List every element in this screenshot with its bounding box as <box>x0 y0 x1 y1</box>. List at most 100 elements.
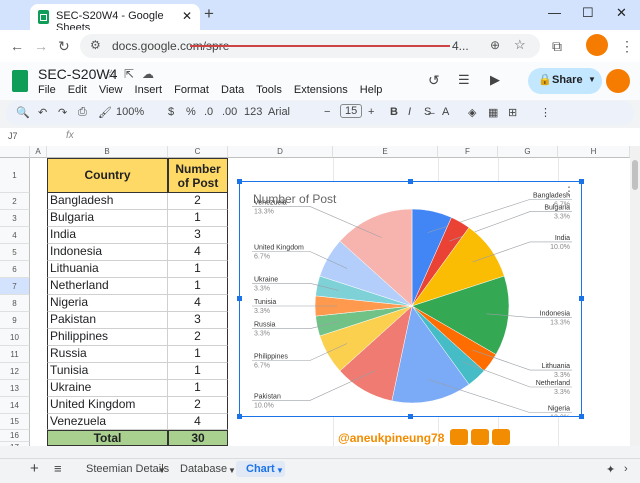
more-options-icon[interactable]: ⋮ <box>540 106 551 119</box>
currency-button[interactable]: $ <box>168 106 174 118</box>
star-icon[interactable]: ☆ <box>106 67 117 81</box>
bold-button[interactable]: B <box>390 106 398 118</box>
header-posts[interactable]: Number of Post <box>168 158 228 193</box>
share-dropdown-icon[interactable]: ▼ <box>588 75 596 84</box>
name-box[interactable]: J7 <box>8 131 18 141</box>
text-color-icon[interactable]: A <box>442 106 449 118</box>
minimize-button[interactable]: — <box>548 5 561 20</box>
row-header[interactable]: 4 <box>0 227 30 244</box>
posts-cell[interactable]: 2 <box>168 329 228 346</box>
share-button[interactable]: 🔒 Share ▼ <box>528 68 602 94</box>
side-panel-icon[interactable]: › <box>624 463 628 475</box>
percent-button[interactable]: % <box>186 106 196 118</box>
column-header-c[interactable]: C <box>168 146 228 158</box>
strikethrough-icon[interactable]: S̶ <box>424 106 431 118</box>
browser-menu-icon[interactable]: ⋮ <box>620 38 634 55</box>
country-cell[interactable]: United Kingdom <box>47 397 168 414</box>
row-header[interactable]: 10 <box>0 329 30 346</box>
menu-extensions[interactable]: Extensions <box>294 84 348 96</box>
column-header-e[interactable]: E <box>333 146 438 158</box>
chevron-down-icon[interactable]: ▼ <box>158 466 166 475</box>
select-all-corner[interactable] <box>0 146 30 158</box>
row-header[interactable]: 15 <box>0 414 30 430</box>
posts-cell[interactable]: 1 <box>168 210 228 227</box>
country-cell[interactable]: Nigeria <box>47 295 168 312</box>
history-icon[interactable]: ↺ <box>428 72 440 89</box>
fill-color-icon[interactable]: ◈ <box>468 106 476 119</box>
font-size-decrease[interactable]: − <box>324 106 330 118</box>
posts-cell[interactable]: 1 <box>168 363 228 380</box>
chevron-down-icon[interactable]: ▼ <box>276 466 284 475</box>
resize-handle[interactable] <box>408 179 413 184</box>
url-field[interactable]: ⚙ docs.google.com/spre 4... ⊕ ☆ <box>80 34 540 58</box>
posts-cell[interactable]: 2 <box>168 193 228 210</box>
posts-cell[interactable]: 1 <box>168 261 228 278</box>
posts-cell[interactable]: 1 <box>168 380 228 397</box>
italic-button[interactable]: I <box>408 106 411 118</box>
bookmark-star-icon[interactable]: ☆ <box>514 37 526 53</box>
resize-handle[interactable] <box>237 414 242 419</box>
font-select[interactable]: Arial <box>268 106 290 118</box>
column-header-h[interactable]: H <box>558 146 630 158</box>
resize-handle[interactable] <box>579 179 584 184</box>
total-value-cell[interactable]: 30 <box>168 430 228 446</box>
undo-icon[interactable]: ↶ <box>38 106 47 119</box>
column-header-g[interactable]: G <box>498 146 558 158</box>
row-header[interactable]: 14 <box>0 397 30 414</box>
country-cell[interactable]: Bangladesh <box>47 193 168 210</box>
resize-handle[interactable] <box>237 296 242 301</box>
country-cell[interactable]: Bulgaria <box>47 210 168 227</box>
country-cell[interactable]: Ukraine <box>47 380 168 397</box>
posts-cell[interactable]: 3 <box>168 312 228 329</box>
country-cell[interactable]: Philippines <box>47 329 168 346</box>
row-header[interactable]: 5 <box>0 244 30 261</box>
row-header[interactable]: 1 <box>0 158 30 193</box>
zoom-icon[interactable]: ⊕ <box>490 38 500 52</box>
posts-cell[interactable]: 1 <box>168 346 228 363</box>
site-info-icon[interactable]: ⚙ <box>90 38 101 52</box>
column-header-d[interactable]: D <box>228 146 333 158</box>
profile-avatar[interactable] <box>586 34 608 56</box>
column-header-a[interactable]: A <box>30 146 47 158</box>
forward-icon[interactable]: → <box>34 38 48 54</box>
comments-icon[interactable]: ☰ <box>458 72 470 88</box>
resize-handle[interactable] <box>579 414 584 419</box>
number-format-button[interactable]: 123 <box>244 106 262 118</box>
menu-help[interactable]: Help <box>360 84 383 96</box>
country-cell[interactable]: Lithuania <box>47 261 168 278</box>
posts-cell[interactable]: 3 <box>168 227 228 244</box>
sheet-tab-steemian-details[interactable]: Steemian Details <box>86 463 169 475</box>
extensions-icon[interactable]: ⧉ <box>552 38 562 55</box>
formula-input[interactable] <box>78 130 628 144</box>
row-header[interactable]: 9 <box>0 312 30 329</box>
font-size-increase[interactable]: + <box>368 106 374 118</box>
menu-insert[interactable]: Insert <box>135 84 163 96</box>
decrease-decimal-button[interactable]: .0 <box>204 106 213 118</box>
borders-icon[interactable]: ▦ <box>488 106 498 119</box>
resize-handle[interactable] <box>237 179 242 184</box>
increase-decimal-button[interactable]: .00 <box>222 106 237 118</box>
maximize-button[interactable]: ☐ <box>582 5 594 21</box>
close-window-button[interactable]: ✕ <box>616 5 627 21</box>
move-icon[interactable]: ⇱ <box>124 67 134 81</box>
search-icon[interactable]: 🔍 <box>16 106 30 119</box>
header-country[interactable]: Country <box>47 158 168 193</box>
meet-icon[interactable]: ▶ <box>490 72 500 88</box>
redo-icon[interactable]: ↷ <box>58 106 67 119</box>
column-header-f[interactable]: F <box>438 146 498 158</box>
column-header-b[interactable]: B <box>47 146 168 158</box>
total-label-cell[interactable]: Total <box>47 430 168 446</box>
country-cell[interactable]: Tunisia <box>47 363 168 380</box>
cloud-status-icon[interactable]: ☁ <box>142 67 154 81</box>
all-sheets-button[interactable]: ≡ <box>54 461 62 476</box>
row-header[interactable]: 8 <box>0 295 30 312</box>
menu-view[interactable]: View <box>99 84 123 96</box>
reload-icon[interactable]: ↻ <box>58 38 70 55</box>
zoom-select[interactable]: 100% <box>116 106 144 118</box>
paint-format-icon[interactable]: 🖌 <box>98 106 112 119</box>
explore-icon[interactable]: ✦ <box>606 463 615 476</box>
merge-cells-icon[interactable]: ⊞ <box>508 106 517 119</box>
resize-handle[interactable] <box>579 296 584 301</box>
row-header[interactable]: 3 <box>0 210 30 227</box>
add-sheet-button[interactable]: + <box>30 460 39 477</box>
